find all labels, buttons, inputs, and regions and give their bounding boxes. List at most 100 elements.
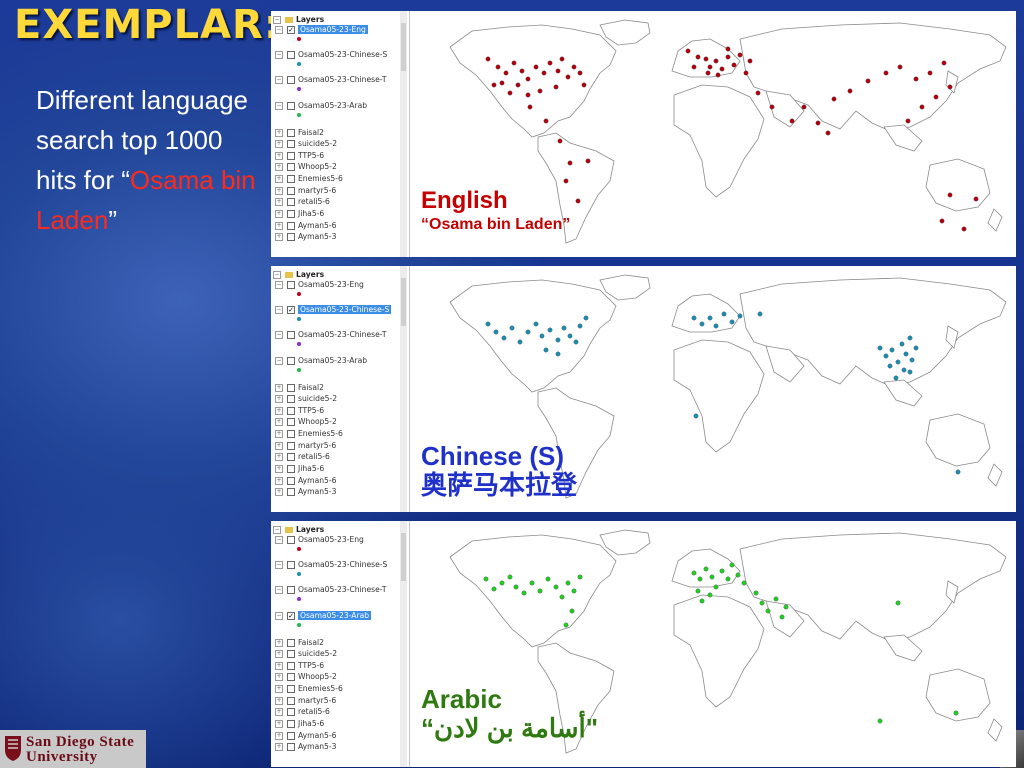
layer-checkbox[interactable] xyxy=(287,384,295,392)
expand-toggle-icon[interactable]: − xyxy=(275,331,283,339)
expand-toggle-icon[interactable]: + xyxy=(275,650,283,658)
expand-toggle-icon[interactable]: + xyxy=(275,384,283,392)
layer-row[interactable]: + Ayman5-3 xyxy=(275,742,336,752)
layer-row[interactable]: + Whoop5-2 xyxy=(275,162,337,172)
layer-checkbox[interactable] xyxy=(287,650,295,658)
layer-row[interactable]: + Ayman5-3 xyxy=(275,232,336,242)
layer-checkbox[interactable] xyxy=(287,662,295,670)
layer-row[interactable]: + martyr5-6 xyxy=(275,186,336,196)
layer-row[interactable]: − Osama05-23-Chinese-T xyxy=(275,585,386,595)
layer-row[interactable]: + Ayman5-6 xyxy=(275,221,336,231)
collapse-toggle-icon[interactable]: − xyxy=(273,526,281,534)
collapse-toggle-icon[interactable]: − xyxy=(273,271,281,279)
expand-toggle-icon[interactable]: + xyxy=(275,732,283,740)
layer-row[interactable]: − Osama05-23-Eng xyxy=(275,280,364,290)
expand-toggle-icon[interactable]: + xyxy=(275,488,283,496)
layer-checkbox[interactable] xyxy=(287,697,295,705)
expand-toggle-icon[interactable]: − xyxy=(275,281,283,289)
expand-toggle-icon[interactable]: + xyxy=(275,453,283,461)
layer-checkbox[interactable]: ✓ xyxy=(287,612,295,620)
world-map[interactable]: Chinese (S) 奥萨马本拉登 xyxy=(410,266,1016,512)
expand-toggle-icon[interactable]: + xyxy=(275,210,283,218)
expand-toggle-icon[interactable]: + xyxy=(275,222,283,230)
layers-scrollbar[interactable] xyxy=(400,521,407,767)
layer-checkbox[interactable] xyxy=(287,102,295,110)
expand-toggle-icon[interactable]: + xyxy=(275,697,283,705)
layer-checkbox[interactable] xyxy=(287,708,295,716)
layer-row[interactable]: + Faisal2 xyxy=(275,638,324,648)
expand-toggle-icon[interactable]: + xyxy=(275,129,283,137)
world-map[interactable]: Arabic “أسامة بن لادن" xyxy=(410,521,1016,767)
layer-checkbox[interactable] xyxy=(287,163,295,171)
layer-row[interactable]: − Osama05-23-Chinese-S xyxy=(275,560,387,570)
layer-row[interactable]: + retali5-6 xyxy=(275,197,330,207)
layer-checkbox[interactable] xyxy=(287,233,295,241)
expand-toggle-icon[interactable]: + xyxy=(275,477,283,485)
layer-row[interactable]: + retali5-6 xyxy=(275,707,330,717)
layer-checkbox[interactable] xyxy=(287,743,295,751)
layer-checkbox[interactable] xyxy=(287,331,295,339)
layer-row[interactable]: + Enemies5-6 xyxy=(275,429,343,439)
layer-row[interactable]: + Whoop5-2 xyxy=(275,672,337,682)
layer-row[interactable]: + martyr5-6 xyxy=(275,441,336,451)
layer-checkbox[interactable] xyxy=(287,732,295,740)
layers-scroll-thumb[interactable] xyxy=(401,23,406,71)
layer-row[interactable]: − ✓ Osama05-23-Arab xyxy=(275,611,372,621)
layer-checkbox[interactable] xyxy=(287,442,295,450)
layer-row[interactable]: + TTP5-6 xyxy=(275,151,324,161)
layer-checkbox[interactable] xyxy=(287,488,295,496)
layer-checkbox[interactable] xyxy=(287,536,295,544)
expand-toggle-icon[interactable]: − xyxy=(275,26,283,34)
expand-toggle-icon[interactable]: + xyxy=(275,407,283,415)
expand-toggle-icon[interactable]: + xyxy=(275,163,283,171)
layer-row[interactable]: − Osama05-23-Eng xyxy=(275,535,364,545)
layer-checkbox[interactable] xyxy=(287,586,295,594)
layer-row[interactable]: + Jiha5-6 xyxy=(275,209,324,219)
expand-toggle-icon[interactable]: + xyxy=(275,685,283,693)
layer-checkbox[interactable] xyxy=(287,477,295,485)
layer-row[interactable]: + Faisal2 xyxy=(275,128,324,138)
layer-row[interactable]: − Osama05-23-Chinese-T xyxy=(275,330,386,340)
layer-row[interactable]: + Enemies5-6 xyxy=(275,174,343,184)
layer-row[interactable]: + TTP5-6 xyxy=(275,406,324,416)
layer-row[interactable]: + martyr5-6 xyxy=(275,696,336,706)
expand-toggle-icon[interactable]: + xyxy=(275,673,283,681)
layer-checkbox[interactable] xyxy=(287,198,295,206)
expand-toggle-icon[interactable]: + xyxy=(275,418,283,426)
world-map[interactable]: English “Osama bin Laden” xyxy=(410,11,1016,257)
expand-toggle-icon[interactable]: + xyxy=(275,198,283,206)
layer-checkbox[interactable] xyxy=(287,281,295,289)
layer-checkbox[interactable] xyxy=(287,210,295,218)
layer-row[interactable]: − Osama05-23-Chinese-S xyxy=(275,50,387,60)
expand-toggle-icon[interactable]: + xyxy=(275,743,283,751)
expand-toggle-icon[interactable]: − xyxy=(275,561,283,569)
layers-scroll-thumb[interactable] xyxy=(401,278,406,326)
expand-toggle-icon[interactable]: + xyxy=(275,175,283,183)
expand-toggle-icon[interactable]: + xyxy=(275,140,283,148)
layer-row[interactable]: − ✓ Osama05-23-Eng xyxy=(275,25,368,35)
layer-checkbox[interactable] xyxy=(287,407,295,415)
expand-toggle-icon[interactable]: − xyxy=(275,586,283,594)
expand-toggle-icon[interactable]: − xyxy=(275,51,283,59)
layer-checkbox[interactable] xyxy=(287,51,295,59)
expand-toggle-icon[interactable]: + xyxy=(275,430,283,438)
expand-toggle-icon[interactable]: − xyxy=(275,102,283,110)
layer-checkbox[interactable] xyxy=(287,76,295,84)
expand-toggle-icon[interactable]: + xyxy=(275,662,283,670)
layer-checkbox[interactable] xyxy=(287,685,295,693)
layer-row[interactable]: + Ayman5-6 xyxy=(275,476,336,486)
layer-checkbox[interactable] xyxy=(287,418,295,426)
layer-checkbox[interactable] xyxy=(287,187,295,195)
layer-row[interactable]: + Jiha5-6 xyxy=(275,464,324,474)
layer-row[interactable]: + suicide5-2 xyxy=(275,649,337,659)
layer-checkbox[interactable]: ✓ xyxy=(287,306,295,314)
expand-toggle-icon[interactable]: + xyxy=(275,720,283,728)
layer-row[interactable]: + Faisal2 xyxy=(275,383,324,393)
layer-checkbox[interactable] xyxy=(287,152,295,160)
layer-row[interactable]: + suicide5-2 xyxy=(275,139,337,149)
layer-row[interactable]: + Ayman5-3 xyxy=(275,487,336,497)
layer-checkbox[interactable] xyxy=(287,430,295,438)
expand-toggle-icon[interactable]: + xyxy=(275,233,283,241)
layer-row[interactable]: + Ayman5-6 xyxy=(275,731,336,741)
layers-scroll-thumb[interactable] xyxy=(401,533,406,581)
